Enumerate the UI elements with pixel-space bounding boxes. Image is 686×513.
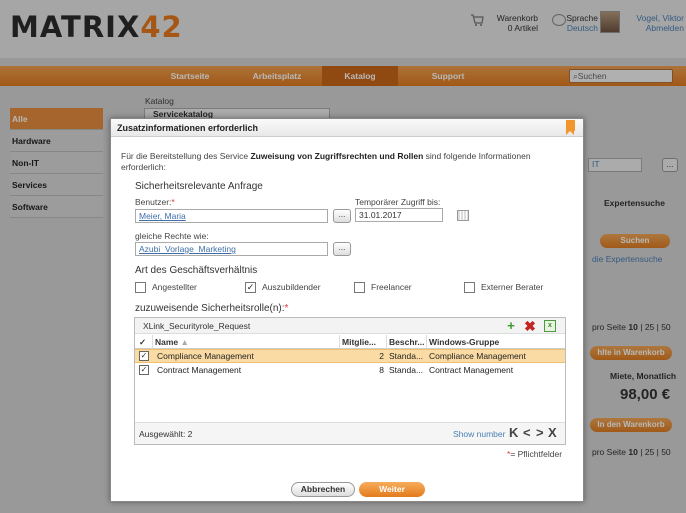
user-picker-button[interactable]: ... — [333, 209, 351, 223]
prev-page-icon[interactable]: < — [523, 425, 531, 441]
column-members[interactable]: Mitglie... — [342, 335, 387, 349]
grid-footer: Ausgewählt: 2 Show number K < > X — [135, 422, 565, 444]
last-page-icon[interactable]: X — [548, 425, 557, 441]
same-rights-picker-button[interactable]: ... — [333, 242, 351, 256]
calendar-icon[interactable] — [457, 210, 469, 221]
same-rights-field[interactable]: Azubi_Vorlage_Marketing — [135, 242, 328, 256]
row-checkbox[interactable]: ✓ — [139, 351, 149, 361]
bookmark-icon — [566, 120, 575, 135]
row-members: 8 — [379, 365, 384, 375]
column-description[interactable]: Beschr... — [389, 335, 427, 349]
row-name: Contract Management — [157, 365, 242, 375]
row-description: Standa... — [389, 351, 424, 361]
next-button[interactable]: Weiter — [359, 482, 425, 497]
section-security-roles: zuzuweisende Sicherheitsrolle(n):* — [135, 303, 289, 314]
angestellter-checkbox[interactable] — [135, 282, 146, 293]
next-page-icon[interactable]: > — [536, 425, 544, 441]
cancel-button[interactable]: Abbrechen — [291, 482, 355, 497]
user-label: Benutzer:* — [135, 197, 175, 207]
dialog-title: Zusatzinformationen erforderlich — [111, 119, 583, 137]
section-employment-type: Art des Geschäftsverhältnis — [135, 265, 258, 276]
temp-access-label: Temporärer Zugriff bis: — [355, 197, 441, 207]
add-icon[interactable]: + — [505, 319, 517, 332]
dialog-intro: Für die Bereitstellung des Service Zuwei… — [121, 151, 531, 172]
row-checkbox[interactable]: ✓ — [139, 365, 149, 375]
user-field[interactable]: Meier, Maria — [135, 209, 328, 223]
table-row[interactable]: ✓ Compliance Management 2 Standa... Comp… — [135, 349, 565, 363]
row-windows-group: Contract Management — [429, 365, 514, 375]
show-number-link[interactable]: Show number — [453, 429, 505, 439]
first-page-icon[interactable]: K — [509, 425, 518, 441]
grid-header: ✓ Name ▲ Mitglie... Beschr... Windows-Gr… — [135, 335, 565, 349]
sort-asc-icon: ▲ — [180, 337, 189, 347]
selected-count: Ausgewählt: 2 — [139, 429, 193, 439]
column-name[interactable]: Name ▲ — [155, 335, 340, 349]
export-excel-icon[interactable]: x — [544, 320, 556, 332]
select-all-checkbox[interactable]: ✓ — [139, 335, 153, 349]
externer-berater-checkbox[interactable] — [464, 282, 475, 293]
grid-title: XLink_Securityrole_Request — [135, 318, 565, 334]
security-role-grid: XLink_Securityrole_Request + ✖ x ✓ Name … — [134, 317, 566, 445]
temp-access-date-field[interactable]: 31.01.2017 — [355, 208, 443, 222]
delete-icon[interactable]: ✖ — [524, 319, 536, 333]
additional-info-dialog: Zusatzinformationen erforderlich Für die… — [110, 118, 584, 502]
column-windows-group[interactable]: Windows-Gruppe — [429, 335, 565, 349]
required-fields-note: *= Pflichtfelder — [507, 449, 563, 459]
row-description: Standa... — [389, 365, 424, 375]
row-members: 2 — [379, 351, 384, 361]
freelancer-checkbox[interactable] — [354, 282, 365, 293]
table-row[interactable]: ✓ Contract Management 8 Standa... Contra… — [135, 364, 565, 378]
row-windows-group: Compliance Management — [429, 351, 526, 361]
row-name: Compliance Management — [157, 351, 254, 361]
section-security-request: Sicherheitsrelevante Anfrage — [135, 181, 263, 192]
auszubildender-checkbox[interactable]: ✓ — [245, 282, 256, 293]
same-rights-label: gleiche Rechte wie: — [135, 231, 209, 241]
